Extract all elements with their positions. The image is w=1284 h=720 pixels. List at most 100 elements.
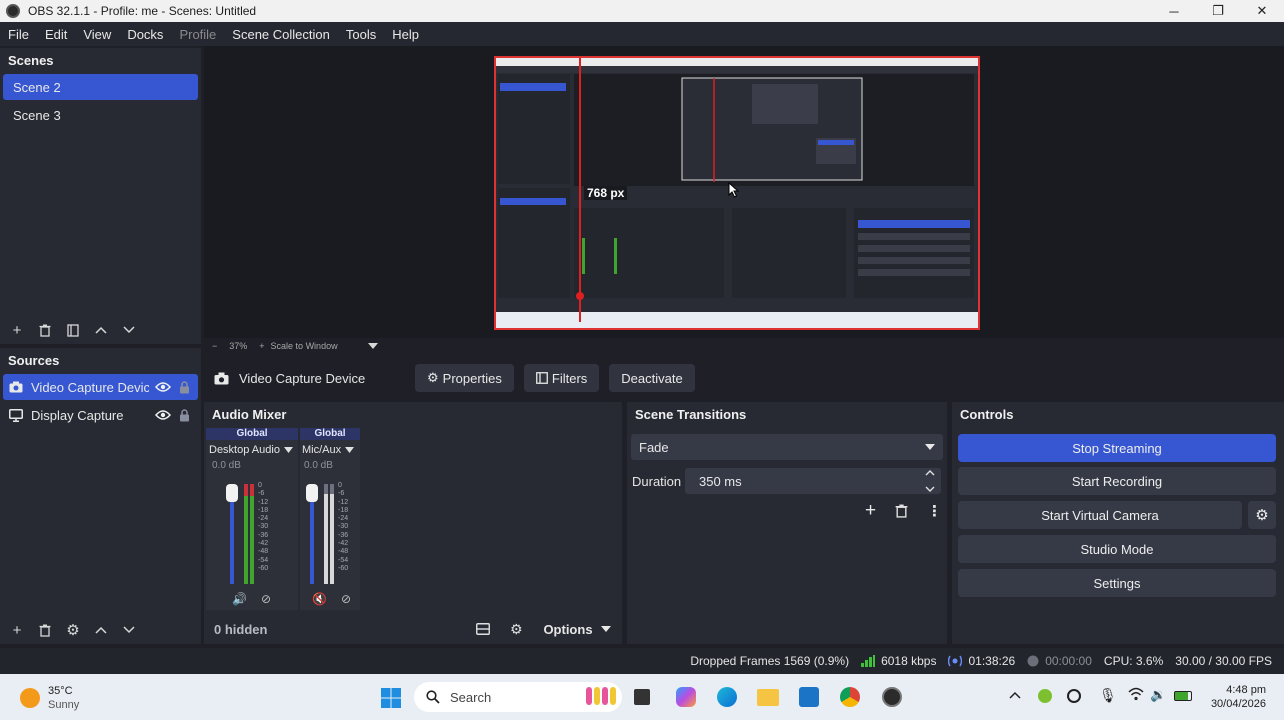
fps: 30.00 / 30.00 FPS <box>1175 654 1272 668</box>
speaker-mute-icon[interactable]: 🔊 <box>232 592 247 606</box>
volume-icon[interactable]: 🔉 <box>1150 687 1166 703</box>
add-scene-icon[interactable]: + <box>6 319 28 341</box>
studio-mode-button[interactable]: Studio Mode <box>958 535 1276 563</box>
transition-select[interactable]: Fade <box>631 434 943 460</box>
properties-button[interactable]: ⚙ Properties <box>415 364 514 392</box>
channel-name[interactable]: Desktop Audio <box>209 444 280 456</box>
source-label: Display Capture <box>31 407 124 423</box>
zoom-in-icon[interactable]: + <box>259 341 264 351</box>
menu-view[interactable]: View <box>75 27 119 42</box>
preview-canvas[interactable]: 768 px <box>204 46 1284 338</box>
search-placeholder: Search <box>450 689 492 705</box>
volume-slider-handle[interactable] <box>226 484 238 502</box>
weather-widget[interactable]: 35°C Sunny <box>20 684 79 712</box>
source-item-display-capture[interactable]: Display Capture <box>3 402 198 428</box>
remove-transition-icon[interactable] <box>895 504 908 518</box>
options-button[interactable]: Options <box>538 617 616 641</box>
scene-transitions-title: Scene Transitions <box>635 406 747 422</box>
obs-taskbar-icon[interactable] <box>882 687 902 707</box>
scene-item-scene-2[interactable]: Scene 2 <box>3 74 198 100</box>
monitoring-icon[interactable]: ⊘ <box>261 592 271 606</box>
taskbar-search-box[interactable]: Search <box>414 682 622 712</box>
close-button[interactable]: ✕ <box>1240 0 1284 22</box>
transition-more-icon[interactable]: ⋮ <box>927 502 942 520</box>
source-item-video-capture[interactable]: Video Capture Devic <box>3 374 198 400</box>
tray-overflow-chevron-icon[interactable] <box>1009 691 1021 699</box>
windows-start-icon[interactable] <box>381 688 401 708</box>
duration-spinbox[interactable]: 350 ms <box>685 468 941 494</box>
move-source-up-icon[interactable] <box>90 619 112 641</box>
remove-source-icon[interactable] <box>34 619 56 641</box>
stop-streaming-button[interactable]: Stop Streaming <box>958 434 1276 462</box>
copilot-icon[interactable] <box>676 687 696 707</box>
filters-button[interactable]: Filters <box>523 364 600 392</box>
lock-icon[interactable] <box>179 380 190 394</box>
spin-up-icon[interactable] <box>925 469 935 477</box>
edge-browser-icon[interactable] <box>717 687 737 707</box>
zoom-out-icon[interactable]: − <box>212 341 217 351</box>
scale-tick: -12 <box>338 498 349 506</box>
speaker-muted-icon[interactable]: 🔇 <box>312 592 327 606</box>
sun-icon <box>20 688 40 708</box>
cpu-usage: CPU: 3.6% <box>1103 654 1164 668</box>
weather-temp: 35°C <box>48 685 73 697</box>
wifi-icon[interactable] <box>1128 687 1144 701</box>
add-source-icon[interactable]: + <box>6 619 28 641</box>
channel-name[interactable]: Mic/Aux <box>302 444 341 456</box>
scale-tick: -54 <box>338 556 349 564</box>
move-scene-up-icon[interactable] <box>90 319 112 341</box>
spin-down-icon[interactable] <box>925 485 935 493</box>
start-recording-button[interactable]: Start Recording <box>958 467 1276 495</box>
layout-toggle-icon[interactable] <box>476 623 490 635</box>
file-explorer-icon[interactable] <box>757 689 779 706</box>
advanced-audio-gear-icon[interactable]: ⚙ <box>510 621 523 638</box>
menu-profile[interactable]: Profile <box>171 27 224 42</box>
remove-scene-icon[interactable] <box>34 319 56 341</box>
menu-tools[interactable]: Tools <box>338 27 384 42</box>
scale-tick: -54 <box>258 556 269 564</box>
deactivate-button[interactable]: Deactivate <box>609 364 695 392</box>
channel-menu-chevron-icon[interactable] <box>283 447 293 453</box>
duration-value: 350 ms <box>699 473 742 489</box>
menu-docks[interactable]: Docks <box>119 27 171 42</box>
visibility-eye-icon[interactable] <box>155 382 171 392</box>
tray-app-icon[interactable] <box>1038 689 1052 703</box>
menu-help[interactable]: Help <box>384 27 427 42</box>
move-scene-down-icon[interactable] <box>118 319 140 341</box>
add-transition-icon[interactable]: + <box>865 500 876 522</box>
menu-edit[interactable]: Edit <box>37 27 75 42</box>
microsoft-store-icon[interactable] <box>799 687 819 707</box>
channel-menu-chevron-icon[interactable] <box>345 447 355 453</box>
chrome-icon[interactable] <box>840 687 860 707</box>
scale-tick: -6 <box>258 490 265 498</box>
volume-slider-handle[interactable] <box>306 484 318 502</box>
record-time: 00:00:00 <box>1045 654 1092 668</box>
minimize-button[interactable]: ─ <box>1152 0 1196 22</box>
move-source-down-icon[interactable] <box>118 619 140 641</box>
zoom-dropdown-chevron-icon[interactable] <box>367 341 378 351</box>
lock-icon[interactable] <box>179 408 190 422</box>
scene-filters-icon[interactable] <box>62 319 84 341</box>
microphone-icon[interactable]: 🎙 <box>1099 687 1117 704</box>
settings-button[interactable]: Settings <box>958 569 1276 597</box>
start-virtual-camera-button[interactable]: Start Virtual Camera <box>958 501 1242 529</box>
source-properties-gear-icon[interactable]: ⚙ <box>62 619 84 641</box>
virtual-camera-settings-button[interactable]: ⚙ <box>1248 501 1276 529</box>
menu-file[interactable]: File <box>0 27 37 42</box>
mouse-cursor-icon <box>728 182 740 198</box>
visibility-eye-icon[interactable] <box>155 410 171 420</box>
maximize-button[interactable]: ❐ <box>1196 0 1240 22</box>
taskbar-clock[interactable]: 4:48 pm 30/04/2026 <box>1211 683 1266 711</box>
battery-icon[interactable] <box>1174 691 1192 701</box>
scale-to-window-label[interactable]: Scale to Window <box>271 341 338 351</box>
preview-video-frame[interactable]: 768 px <box>494 56 980 330</box>
menu-scene-collection[interactable]: Scene Collection <box>224 27 338 42</box>
mixer-channel-mic-aux: Global Mic/Aux 0.0 dB 0 -6 -12 -18 -24 -… <box>300 428 360 610</box>
monitoring-icon[interactable]: ⊘ <box>341 592 351 606</box>
transition-selected: Fade <box>639 439 669 455</box>
task-view-icon[interactable] <box>634 689 650 705</box>
tray-network-app-icon[interactable] <box>1067 689 1081 703</box>
filters-label: Filters <box>551 370 588 386</box>
studio-mode-label: Studio Mode <box>1080 541 1154 557</box>
scene-item-scene-3[interactable]: Scene 3 <box>3 102 198 128</box>
